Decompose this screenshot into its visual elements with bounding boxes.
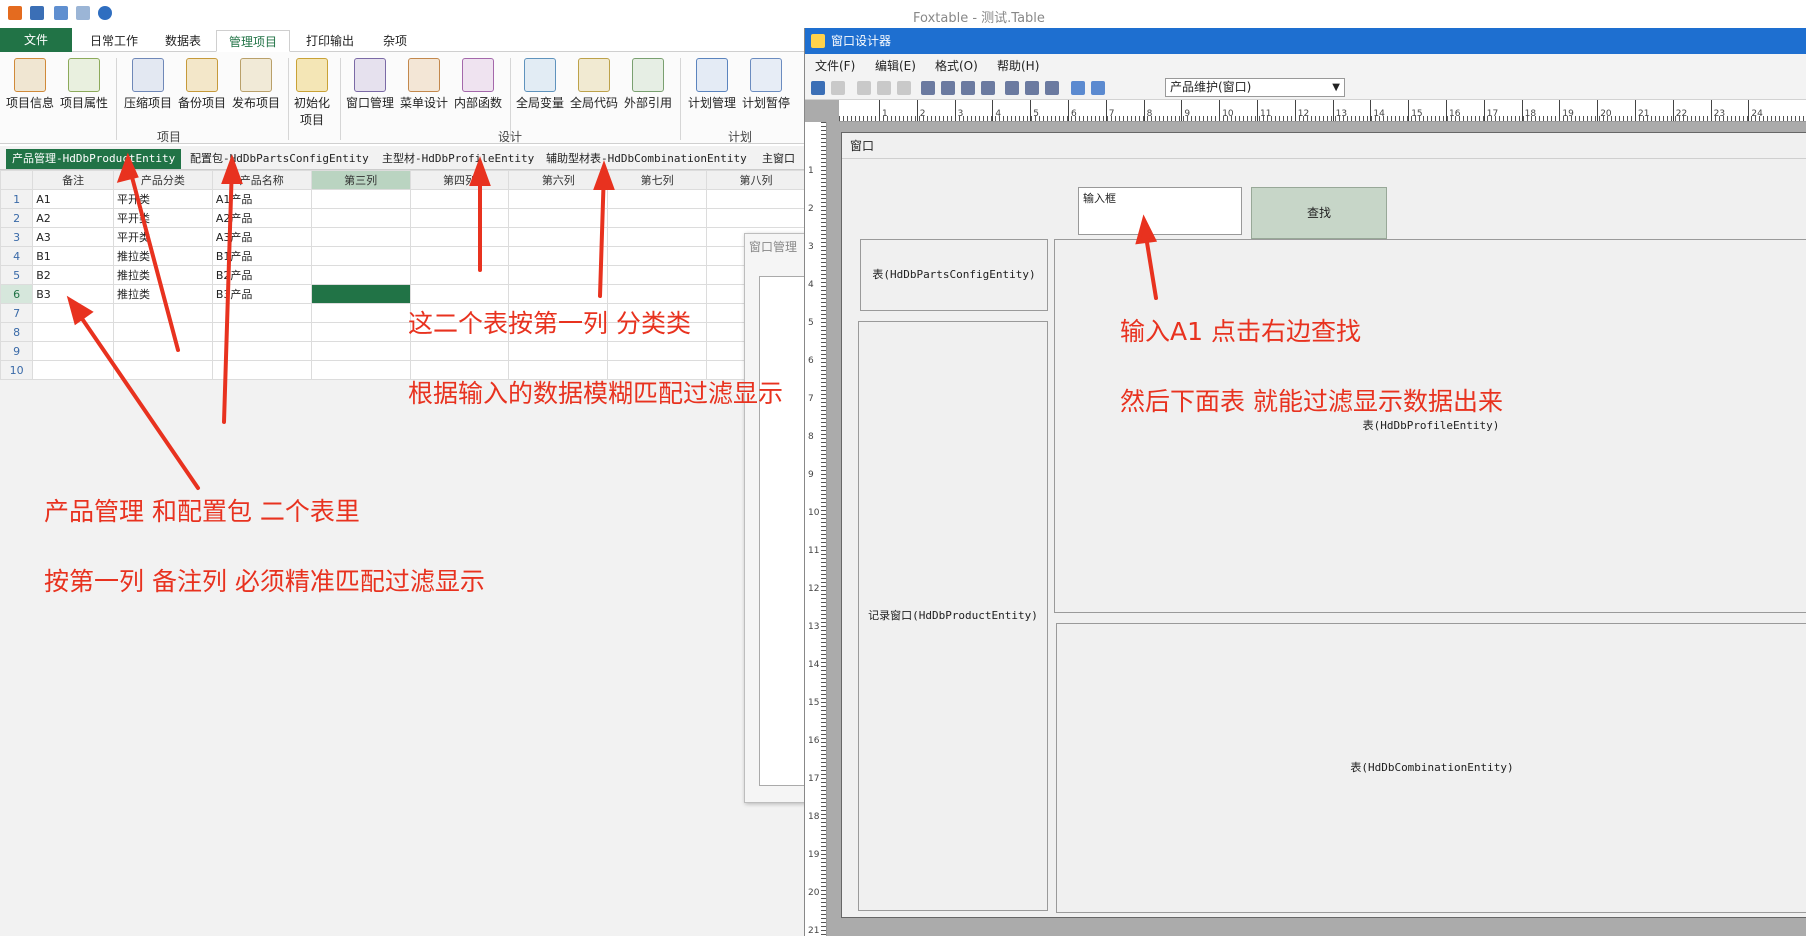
arrow-line: [70, 302, 200, 490]
arrow-head: [469, 156, 491, 186]
arrow-head: [221, 154, 243, 184]
arrow-head: [593, 160, 615, 190]
annotation-arrows: [66, 152, 1158, 490]
arrow-line: [222, 162, 234, 424]
arrow-head: [66, 295, 94, 326]
arrow-head: [116, 152, 139, 183]
arrow-head: [1135, 214, 1158, 245]
arrow-line: [126, 160, 180, 352]
